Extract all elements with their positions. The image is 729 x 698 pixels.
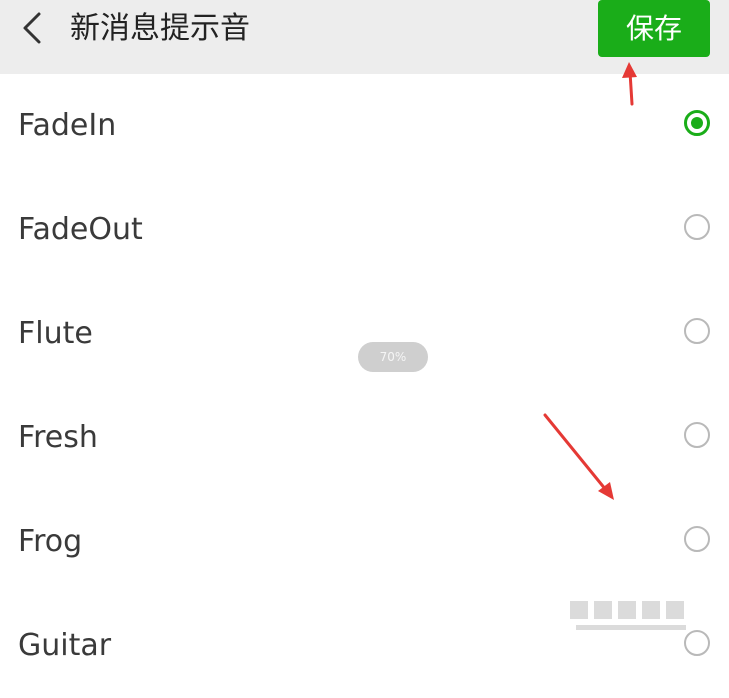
chevron-left-icon[interactable] bbox=[14, 8, 54, 48]
list-item-label: FadeOut bbox=[18, 212, 143, 247]
radio-button[interactable] bbox=[684, 110, 710, 136]
list-item-flute[interactable]: Flute bbox=[0, 282, 729, 386]
list-item-fresh[interactable]: Fresh bbox=[0, 386, 729, 490]
list-item-fadeout[interactable]: FadeOut bbox=[0, 178, 729, 282]
page-title: 新消息提示音 bbox=[70, 11, 250, 46]
radio-button[interactable] bbox=[684, 526, 710, 552]
list-item-frog[interactable]: Frog bbox=[0, 490, 729, 594]
radio-button[interactable] bbox=[684, 422, 710, 448]
top-bar: 新消息提示音 保存 bbox=[0, 0, 729, 74]
radio-button[interactable] bbox=[684, 318, 710, 344]
list-item-label: Frog bbox=[18, 524, 83, 559]
radio-button[interactable] bbox=[684, 630, 710, 656]
list-item-guitar[interactable]: Guitar bbox=[0, 594, 729, 698]
zoom-indicator: 70% bbox=[358, 342, 428, 372]
save-button[interactable]: 保存 bbox=[598, 0, 710, 57]
list-item-label: Fresh bbox=[18, 420, 98, 455]
list-item-fadein[interactable]: FadeIn bbox=[0, 74, 729, 178]
list-item-label: FadeIn bbox=[18, 108, 117, 143]
list-item-label: Flute bbox=[18, 316, 93, 351]
ringtone-list: FadeIn FadeOut Flute Fresh Frog Guitar bbox=[0, 74, 729, 698]
radio-button[interactable] bbox=[684, 214, 710, 240]
list-item-label: Guitar bbox=[18, 628, 112, 663]
